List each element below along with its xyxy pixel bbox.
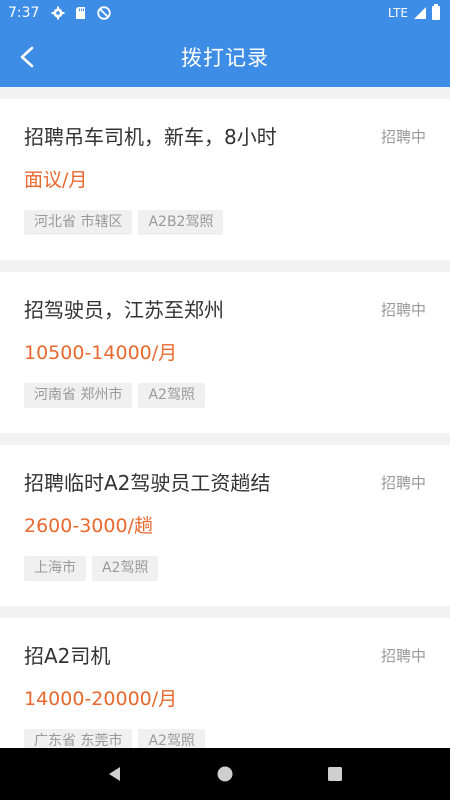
- back-triangle-icon: [109, 767, 120, 781]
- network-type: LTE: [388, 6, 408, 20]
- location-tag: 河北省 市辖区: [24, 210, 133, 235]
- record-salary: 10500-14000/月: [24, 342, 178, 364]
- license-tag: A2驾照: [138, 729, 205, 748]
- record-title: 招驾驶员，江苏至郑州: [24, 298, 224, 322]
- record-title: 招A2司机: [24, 644, 111, 668]
- app-screen: 7:37 LTE 拨打记录 招聘吊车司机，新车，8小时 招聘中 面议/月 河北省…: [0, 0, 450, 800]
- record-salary: 2600-3000/趟: [24, 515, 153, 537]
- signal-icon: [414, 7, 426, 19]
- nav-back-button[interactable]: [95, 754, 135, 794]
- record-tags: 广东省 东莞市 A2驾照: [24, 729, 205, 748]
- record-tags: 上海市 A2驾照: [24, 556, 159, 581]
- record-card[interactable]: 招聘临时A2驾驶员工资趟结 招聘中 2600-3000/趟 上海市 A2驾照: [0, 445, 450, 606]
- license-tag: A2驾照: [92, 556, 159, 581]
- nav-recents-button[interactable]: [315, 754, 355, 794]
- record-card[interactable]: 招驾驶员，江苏至郑州 招聘中 10500-14000/月 河南省 郑州市 A2驾…: [0, 272, 450, 433]
- no-disturb-icon: [97, 6, 112, 20]
- record-status: 招聘中: [380, 647, 426, 665]
- record-salary: 14000-20000/月: [24, 688, 178, 710]
- location-tag: 广东省 东莞市: [24, 729, 133, 748]
- home-circle-icon: [217, 766, 233, 782]
- chevron-left-icon: [20, 46, 34, 68]
- nav-home-button[interactable]: [205, 754, 245, 794]
- gear-icon: [51, 6, 65, 20]
- sd-card-icon: [76, 7, 86, 19]
- call-record-list[interactable]: 招聘吊车司机，新车，8小时 招聘中 面议/月 河北省 市辖区 A2B2驾照 招驾…: [0, 87, 450, 748]
- record-status: 招聘中: [380, 301, 426, 319]
- license-tag: A2B2驾照: [138, 210, 224, 235]
- battery-icon: [432, 4, 440, 20]
- record-tags: 河南省 郑州市 A2驾照: [24, 383, 205, 408]
- record-status: 招聘中: [380, 474, 426, 492]
- location-tag: 河南省 郑州市: [24, 383, 133, 408]
- record-title: 招聘临时A2驾驶员工资趟结: [24, 471, 271, 495]
- record-title: 招聘吊车司机，新车，8小时: [24, 125, 277, 149]
- record-salary: 面议/月: [24, 169, 88, 191]
- navigation-bar: [0, 748, 450, 800]
- status-bar: 7:37 LTE: [0, 0, 450, 26]
- recents-square-icon: [328, 767, 342, 781]
- license-tag: A2驾照: [138, 383, 205, 408]
- record-tags: 河北省 市辖区 A2B2驾照: [24, 210, 224, 235]
- status-time: 7:37: [8, 5, 40, 21]
- record-card[interactable]: 招A2司机 招聘中 14000-20000/月 广东省 东莞市 A2驾照: [0, 618, 450, 748]
- app-bar: 拨打记录: [0, 26, 450, 87]
- page-title: 拨打记录: [181, 45, 269, 70]
- back-button[interactable]: [10, 40, 44, 74]
- record-status: 招聘中: [380, 128, 426, 146]
- record-card[interactable]: 招聘吊车司机，新车，8小时 招聘中 面议/月 河北省 市辖区 A2B2驾照: [0, 99, 450, 260]
- location-tag: 上海市: [24, 556, 86, 581]
